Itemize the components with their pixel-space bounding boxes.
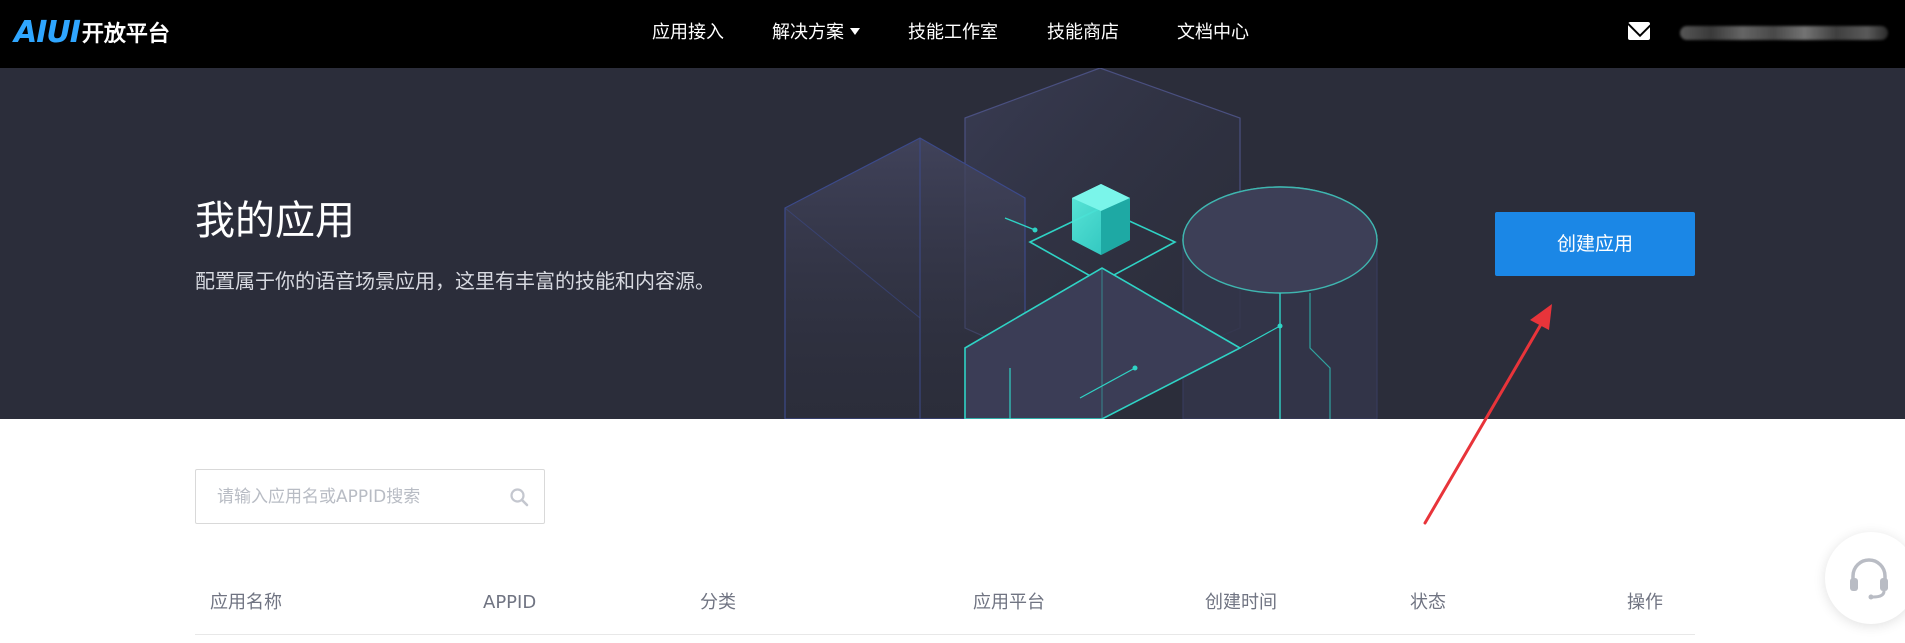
page-title: 我的应用 — [195, 198, 355, 244]
user-account-redacted[interactable] — [1680, 26, 1888, 40]
logo-text: 开放平台 — [81, 22, 170, 47]
column-header-created-time: 创建时间 — [1205, 592, 1277, 613]
nav-item-skill-store[interactable]: 技能商店 — [1047, 20, 1119, 46]
search-input[interactable] — [196, 470, 496, 523]
column-header-actions: 操作 — [1627, 592, 1663, 613]
nav-item-label: 技能商店 — [1047, 22, 1119, 43]
search-icon[interactable] — [509, 487, 529, 507]
column-header-platform: 应用平台 — [973, 592, 1045, 613]
column-header-category: 分类 — [700, 592, 736, 613]
hero-illustration — [784, 68, 1378, 419]
headset-icon — [1850, 558, 1888, 600]
nav-item-solutions[interactable]: 解决方案 — [772, 20, 860, 46]
nav-item-docs[interactable]: 文档中心 — [1177, 20, 1249, 46]
app-search — [195, 469, 545, 524]
hero-banner: 我的应用 配置属于你的语音场景应用，这里有丰富的技能和内容源。 创建应用 — [0, 68, 1905, 419]
nav-item-label: 解决方案 — [772, 22, 844, 43]
customer-support-button[interactable] — [1825, 532, 1905, 624]
column-header-app-name: 应用名称 — [210, 592, 282, 613]
nav-item-label: 技能工作室 — [908, 22, 998, 43]
page-subtitle: 配置属于你的语音场景应用，这里有丰富的技能和内容源。 — [195, 269, 715, 293]
nav-item-label: 应用接入 — [652, 22, 724, 43]
column-header-status: 状态 — [1410, 592, 1446, 613]
nav-item-label: 文档中心 — [1177, 22, 1249, 43]
logo-mark: AIUI — [14, 14, 81, 50]
mail-icon[interactable] — [1628, 22, 1650, 40]
app-table-header: 应用名称 APPID 分类 应用平台 创建时间 状态 操作 — [195, 575, 1695, 635]
column-header-appid: APPID — [483, 592, 537, 613]
nav-item-app-access[interactable]: 应用接入 — [652, 20, 724, 46]
brand-logo[interactable]: AIUI 开放平台 — [14, 14, 170, 50]
nav-item-skill-studio[interactable]: 技能工作室 — [908, 20, 998, 46]
chevron-down-icon — [850, 27, 860, 35]
top-navbar: AIUI 开放平台 应用接入 解决方案 技能工作室 技能商店 文档中心 — [0, 0, 1905, 68]
create-app-button[interactable]: 创建应用 — [1495, 212, 1695, 276]
